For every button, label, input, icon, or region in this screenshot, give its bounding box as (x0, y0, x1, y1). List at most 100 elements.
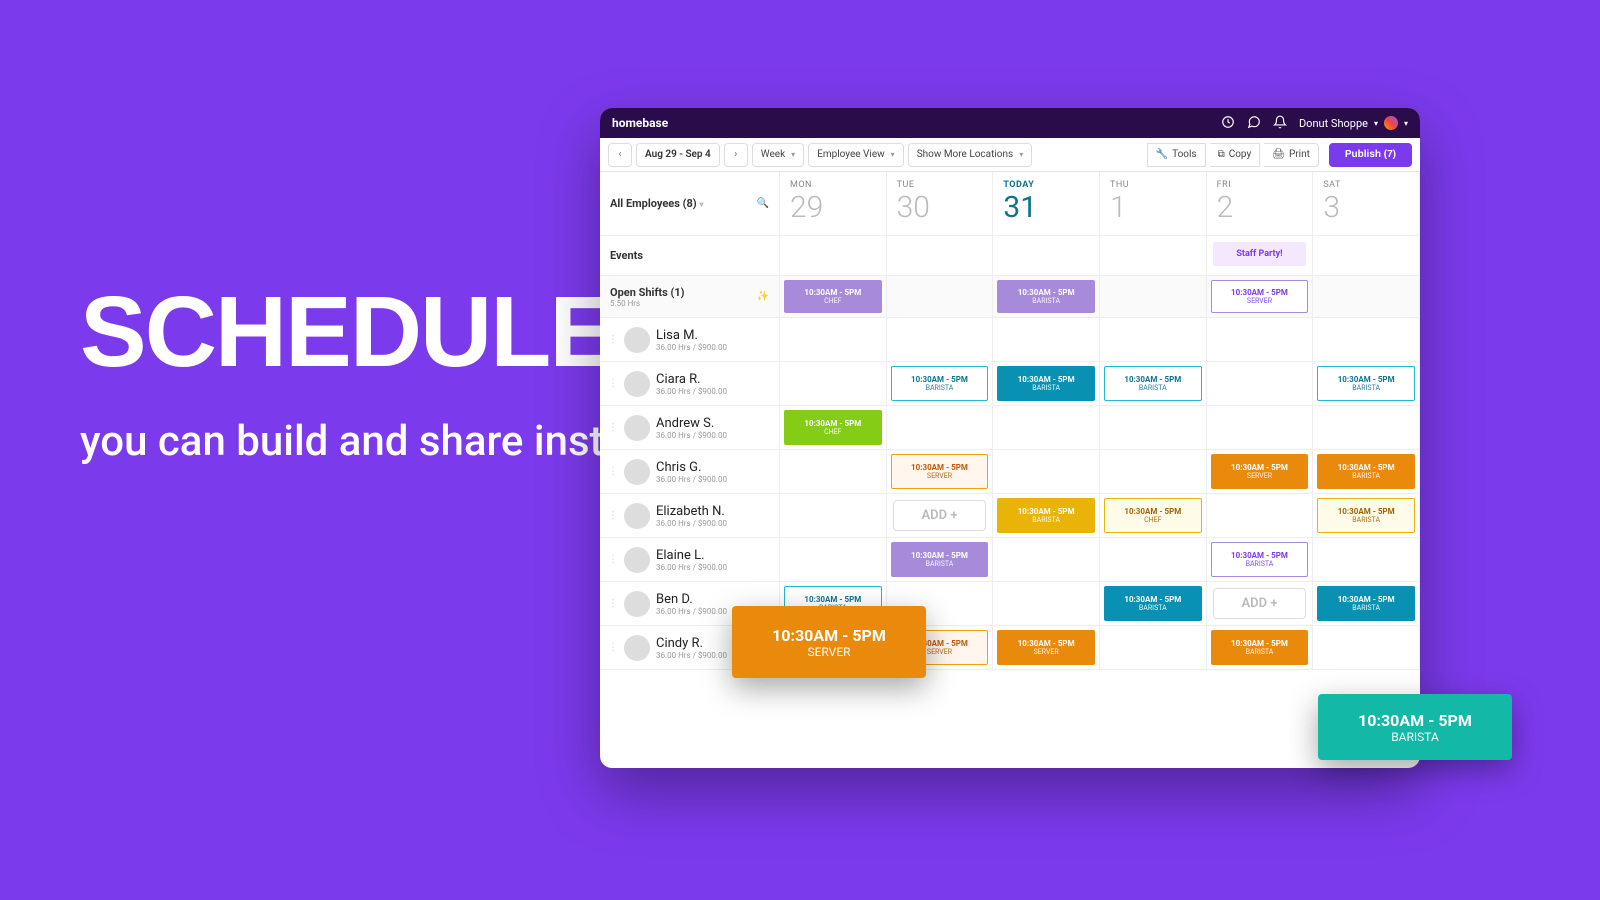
shift-cell[interactable]: 10:30AM - 5PMBARISTA (1313, 494, 1420, 538)
shift-cell[interactable]: 10:30AM - 5PMBARISTA (887, 538, 994, 582)
shift-block[interactable]: 10:30AM - 5PMBARISTA (997, 366, 1095, 401)
tools-button[interactable]: 🔧Tools (1147, 143, 1206, 167)
event-cell[interactable] (780, 236, 887, 276)
shift-block[interactable]: 10:30AM - 5PMBARISTA (1317, 586, 1415, 621)
shift-cell[interactable] (1100, 538, 1207, 582)
shift-block[interactable]: 10:30AM - 5PMCHEF (1104, 498, 1202, 533)
shift-cell[interactable]: 10:30AM - 5PMBARISTA (1207, 626, 1314, 670)
drag-handle-icon[interactable]: ⋮ (608, 642, 618, 653)
employee-name[interactable]: Andrew S. (656, 416, 727, 431)
shift-cell[interactable] (1100, 626, 1207, 670)
shift-cell[interactable]: 10:30AM - 5PMSERVER (887, 450, 994, 494)
shift-cell[interactable]: 10:30AM - 5PMSERVER (993, 626, 1100, 670)
shift-cell[interactable] (1100, 276, 1207, 318)
shift-cell[interactable] (993, 318, 1100, 362)
shift-cell[interactable] (1207, 362, 1314, 406)
shift-cell[interactable]: 10:30AM - 5PMBARISTA (993, 494, 1100, 538)
shift-cell[interactable] (1100, 450, 1207, 494)
next-week-button[interactable]: › (724, 143, 748, 167)
shift-cell[interactable] (1100, 406, 1207, 450)
shift-cell[interactable]: ADD + (887, 494, 994, 538)
shift-cell[interactable] (993, 406, 1100, 450)
shift-cell[interactable]: 10:30AM - 5PMBARISTA (887, 362, 994, 406)
drag-handle-icon[interactable]: ⋮ (608, 510, 618, 521)
magic-icon[interactable]: ✨ (757, 291, 769, 302)
add-shift-button[interactable]: ADD + (893, 500, 987, 531)
shift-cell[interactable]: 10:30AM - 5PMSERVER (1207, 450, 1314, 494)
drag-handle-icon[interactable]: ⋮ (608, 422, 618, 433)
dragging-shift-server[interactable]: 10:30AM - 5PM SERVER (732, 606, 926, 678)
drag-handle-icon[interactable]: ⋮ (608, 466, 618, 477)
chat-icon[interactable] (1247, 115, 1261, 132)
view-dropdown[interactable]: Week (752, 143, 804, 167)
drag-handle-icon[interactable]: ⋮ (608, 378, 618, 389)
drag-handle-icon[interactable]: ⋮ (608, 554, 618, 565)
shift-block[interactable]: 10:30AM - 5PMBARISTA (1211, 542, 1309, 577)
date-range[interactable]: Aug 29 - Sep 4 (636, 143, 720, 167)
shift-cell[interactable]: 10:30AM - 5PMBARISTA (1100, 582, 1207, 626)
employee-name[interactable]: Lisa M. (656, 328, 727, 343)
locations-dropdown[interactable]: Show More Locations (908, 143, 1033, 167)
shift-cell[interactable]: 10:30AM - 5PMCHEF (1100, 494, 1207, 538)
clock-icon[interactable] (1221, 115, 1235, 132)
shift-cell[interactable]: 10:30AM - 5PMBARISTA (1313, 450, 1420, 494)
shift-block[interactable]: 10:30AM - 5PMSERVER (997, 630, 1095, 665)
bell-icon[interactable] (1273, 115, 1287, 132)
search-icon[interactable]: 🔍 (757, 198, 769, 209)
shift-block[interactable]: 10:30AM - 5PMSERVER (1211, 280, 1309, 313)
shift-cell[interactable] (993, 538, 1100, 582)
employee-name[interactable]: Elaine L. (656, 548, 727, 563)
shift-block[interactable]: 10:30AM - 5PMBARISTA (891, 366, 989, 401)
prev-week-button[interactable]: ‹ (608, 143, 632, 167)
shift-cell[interactable] (993, 450, 1100, 494)
shift-cell[interactable] (1207, 494, 1314, 538)
shift-cell[interactable]: 10:30AM - 5PMCHEF (780, 406, 887, 450)
shift-cell[interactable]: 10:30AM - 5PMBARISTA (993, 362, 1100, 406)
publish-button[interactable]: Publish (7) (1329, 143, 1412, 167)
shift-cell[interactable] (1207, 406, 1314, 450)
print-button[interactable]: 🖨Print (1264, 143, 1319, 167)
shift-block[interactable]: 10:30AM - 5PMBARISTA (1104, 586, 1202, 621)
shift-cell[interactable]: ADD + (1207, 582, 1314, 626)
event-cell[interactable]: Staff Party! (1207, 236, 1314, 276)
employee-name[interactable]: Chris G. (656, 460, 727, 475)
employee-filter[interactable]: All Employees (8) ▾ (610, 197, 703, 210)
event-chip[interactable]: Staff Party! (1213, 242, 1307, 266)
shift-cell[interactable] (780, 450, 887, 494)
event-cell[interactable] (1100, 236, 1207, 276)
shift-block[interactable]: 10:30AM - 5PMCHEF (784, 410, 882, 445)
shift-cell[interactable] (1313, 276, 1420, 318)
event-cell[interactable] (993, 236, 1100, 276)
employee-name[interactable]: Ben D. (656, 592, 727, 607)
shift-cell[interactable] (1313, 318, 1420, 362)
shift-block[interactable]: 10:30AM - 5PMCHEF (784, 280, 882, 313)
shift-block[interactable]: 10:30AM - 5PMSERVER (1211, 454, 1309, 489)
shift-block[interactable]: 10:30AM - 5PMBARISTA (997, 498, 1095, 533)
shift-cell[interactable] (780, 362, 887, 406)
shift-cell[interactable] (1100, 318, 1207, 362)
shift-block[interactable]: 10:30AM - 5PMBARISTA (891, 542, 989, 577)
shift-cell[interactable]: 10:30AM - 5PMSERVER (1207, 276, 1314, 318)
account-menu[interactable]: Donut Shoppe ▾ ▾ (1299, 116, 1408, 130)
add-shift-button[interactable]: ADD + (1213, 588, 1307, 619)
event-cell[interactable] (1313, 236, 1420, 276)
shift-cell[interactable] (887, 318, 994, 362)
drag-handle-icon[interactable]: ⋮ (608, 334, 618, 345)
shift-cell[interactable] (780, 538, 887, 582)
employee-name[interactable]: Ciara R. (656, 372, 727, 387)
shift-cell[interactable]: 10:30AM - 5PMBARISTA (1313, 362, 1420, 406)
shift-cell[interactable] (1313, 626, 1420, 670)
employee-name[interactable]: Cindy R. (656, 636, 727, 651)
shift-block[interactable]: 10:30AM - 5PMBARISTA (1211, 630, 1309, 665)
drag-handle-icon[interactable]: ⋮ (608, 598, 618, 609)
copy-button[interactable]: ⧉Copy (1210, 143, 1261, 167)
group-dropdown[interactable]: Employee View (808, 143, 904, 167)
shift-cell[interactable]: 10:30AM - 5PMBARISTA (1207, 538, 1314, 582)
employee-name[interactable]: Elizabeth N. (656, 504, 727, 519)
shift-block[interactable]: 10:30AM - 5PMBARISTA (1104, 366, 1202, 401)
shift-cell[interactable]: 10:30AM - 5PMBARISTA (993, 276, 1100, 318)
shift-cell[interactable] (993, 582, 1100, 626)
shift-cell[interactable] (887, 406, 994, 450)
shift-block[interactable]: 10:30AM - 5PMSERVER (891, 454, 989, 489)
shift-block[interactable]: 10:30AM - 5PMBARISTA (997, 280, 1095, 313)
